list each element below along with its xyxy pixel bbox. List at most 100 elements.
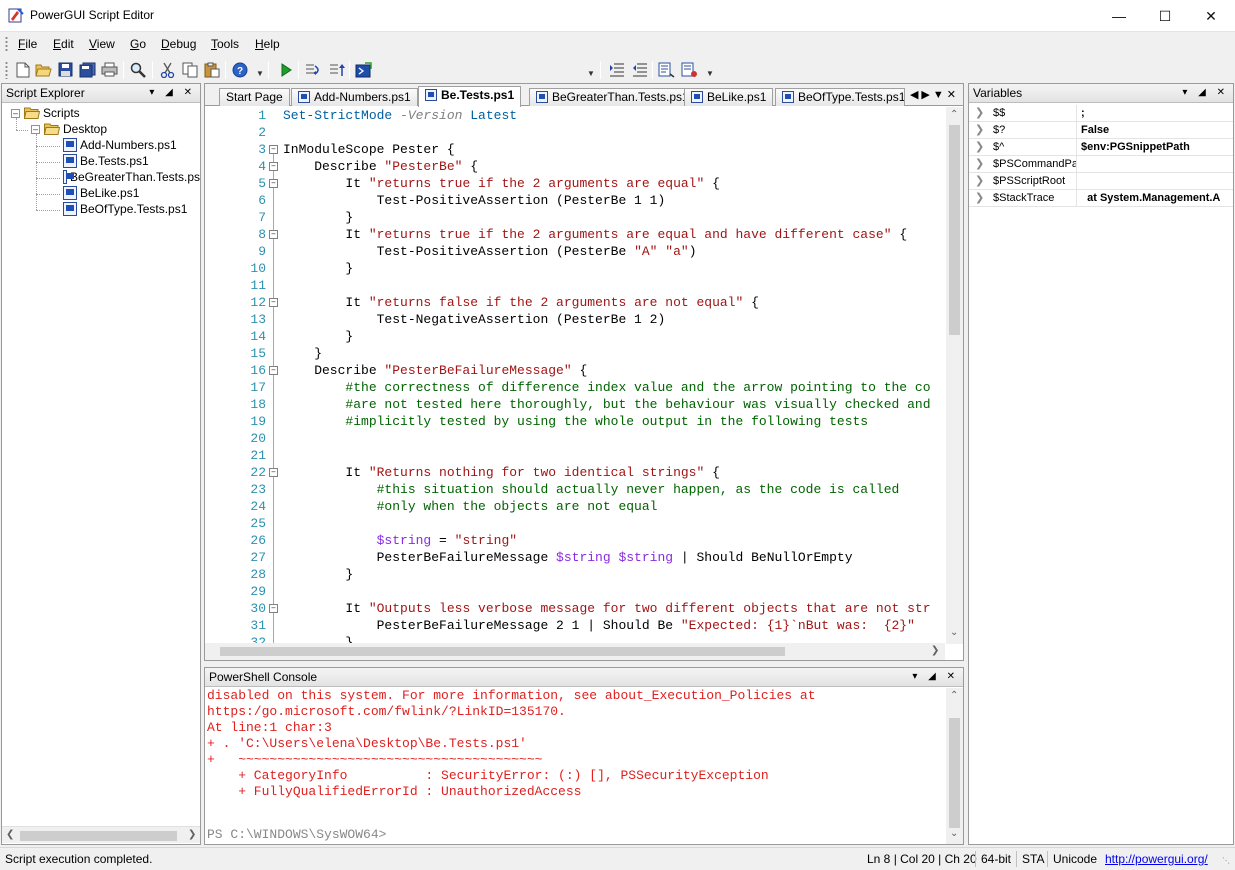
panel-buttons[interactable]: ▾ ◢ ✕ xyxy=(1182,84,1229,102)
explorer-horizontal-scrollbar[interactable]: ❮ ❯ xyxy=(2,826,200,843)
save-all-icon[interactable] xyxy=(78,60,97,79)
tab-belike[interactable]: BeLike.ps1 xyxy=(684,88,774,106)
indent-icon[interactable] xyxy=(607,60,626,79)
tab-navigation[interactable]: ◀▶▼✕ xyxy=(910,88,959,101)
code-line[interactable]: 20 xyxy=(205,430,945,447)
fold-collapse-icon[interactable]: – xyxy=(269,366,278,375)
run-powershell-icon[interactable] xyxy=(354,60,373,79)
code-line[interactable]: 23 #this situation should actually never… xyxy=(205,481,945,498)
editor-vertical-scrollbar[interactable]: ⌃ ⌄ xyxy=(946,107,963,644)
code-line[interactable]: 14 } xyxy=(205,328,945,345)
scroll-up-icon[interactable]: ⌃ xyxy=(950,690,958,701)
fold-collapse-icon[interactable]: – xyxy=(269,298,278,307)
find-icon[interactable] xyxy=(129,60,148,79)
code-line[interactable]: 19 #implicitly tested by using the whole… xyxy=(205,413,945,430)
console-vertical-scrollbar[interactable]: ⌃ ⌄ xyxy=(946,688,963,844)
menu-debug[interactable]: Debug xyxy=(161,37,196,51)
tree-item-scripts[interactable]: – Scripts xyxy=(11,105,80,121)
scroll-right-icon[interactable]: ❯ xyxy=(188,829,196,840)
scrollbar-thumb[interactable] xyxy=(220,647,785,656)
run-icon[interactable] xyxy=(276,60,295,79)
outdent-icon[interactable] xyxy=(630,60,649,79)
code-line[interactable]: 22– It "Returns nothing for two identica… xyxy=(205,464,945,481)
code-line[interactable]: 30– It "Outputs less verbose message for… xyxy=(205,600,945,617)
fold-collapse-icon[interactable]: – xyxy=(269,604,278,613)
code-line[interactable]: 9 Test-PositiveAssertion (PesterBe "A" "… xyxy=(205,243,945,260)
menu-view[interactable]: View xyxy=(89,37,115,51)
code-line[interactable]: 18 #are not tested here thoroughly, but … xyxy=(205,396,945,413)
tree-item-file[interactable]: BeGreaterThan.Tests.ps xyxy=(63,169,200,185)
code-line[interactable]: 7 } xyxy=(205,209,945,226)
scroll-down-icon[interactable]: ⌄ xyxy=(950,627,958,638)
panel-buttons[interactable]: ▾ ◢ ✕ xyxy=(149,84,196,102)
code-area[interactable]: 1 Set-StrictMode -Version Latest 2 3– InModu… xyxy=(205,107,945,644)
scroll-up-icon[interactable]: ⌃ xyxy=(950,109,958,120)
new-file-icon[interactable] xyxy=(13,60,32,79)
fold-collapse-icon[interactable]: – xyxy=(269,179,278,188)
tree-item-file[interactable]: BeLike.ps1 xyxy=(63,185,139,201)
step-icon[interactable] xyxy=(303,60,322,79)
variable-row[interactable]: ❯ $PSScriptRoot xyxy=(969,173,1233,190)
scrollbar-thumb[interactable] xyxy=(20,831,177,841)
menu-edit[interactable]: Edit xyxy=(53,37,74,51)
scrollbar-thumb[interactable] xyxy=(949,125,960,335)
variable-row[interactable]: ❯ $$ ; xyxy=(969,105,1233,122)
help-icon[interactable]: ? xyxy=(230,60,249,79)
expand-icon[interactable]: ❯ xyxy=(975,190,984,206)
fold-collapse-icon[interactable]: – xyxy=(269,145,278,154)
code-line[interactable]: 17 #the correctness of difference index … xyxy=(205,379,945,396)
copy-icon[interactable] xyxy=(180,60,199,79)
help-dropdown-arrow[interactable]: ▼ xyxy=(256,69,264,78)
expand-icon[interactable]: ❯ xyxy=(975,139,984,155)
minimize-button[interactable]: — xyxy=(1096,0,1142,32)
code-line[interactable]: 10 } xyxy=(205,260,945,277)
editor-horizontal-scrollbar[interactable]: ❯ xyxy=(205,643,945,660)
variable-row[interactable]: ❯ $PSCommandPath xyxy=(969,156,1233,173)
code-line[interactable]: 28 } xyxy=(205,566,945,583)
code-line[interactable]: 26 $string = "string" xyxy=(205,532,945,549)
expand-icon[interactable]: ❯ xyxy=(975,156,984,172)
code-line[interactable]: 31 PesterBeFailureMessage 2 1 | Should B… xyxy=(205,617,945,634)
panel-buttons[interactable]: ▾ ◢ ✕ xyxy=(912,668,959,686)
tree-item-file[interactable]: Be.Tests.ps1 xyxy=(63,153,149,169)
collapse-icon[interactable]: – xyxy=(31,124,40,134)
open-folder-icon[interactable] xyxy=(34,60,53,79)
console-output[interactable]: disabled on this system. For more inform… xyxy=(205,688,947,844)
code-line[interactable]: 24 #only when the objects are not equal xyxy=(205,498,945,515)
code-line[interactable]: 5– It "returns true if the 2 arguments a… xyxy=(205,175,945,192)
step-out-icon[interactable] xyxy=(327,60,346,79)
parameters-dropdown-arrow[interactable]: ▼ xyxy=(587,69,595,78)
tab-start-page[interactable]: Start Page xyxy=(219,88,290,106)
code-line[interactable]: 11 xyxy=(205,277,945,294)
code-line[interactable]: 8– It "returns true if the 2 arguments a… xyxy=(205,226,945,243)
code-line[interactable]: 13 Test-NegativeAssertion (PesterBe 1 2) xyxy=(205,311,945,328)
scroll-left-icon[interactable]: ❮ xyxy=(6,829,14,840)
save-icon[interactable] xyxy=(56,60,75,79)
resize-grip-icon[interactable]: ⋱ xyxy=(1222,856,1230,865)
cut-icon[interactable] xyxy=(158,60,177,79)
code-line[interactable]: 12– It "returns false if the 2 arguments… xyxy=(205,294,945,311)
scroll-right-icon[interactable]: ❯ xyxy=(931,645,939,656)
fold-collapse-icon[interactable]: – xyxy=(269,230,278,239)
paste-icon[interactable] xyxy=(202,60,221,79)
code-line[interactable]: 2 xyxy=(205,124,945,141)
code-line[interactable]: 21 xyxy=(205,447,945,464)
code-line[interactable]: 25 xyxy=(205,515,945,532)
tab-beoftype-tests[interactable]: BeOfType.Tests.ps1 xyxy=(775,88,905,106)
code-line[interactable]: 3– InModuleScope Pester { xyxy=(205,141,945,158)
variable-row[interactable]: ❯ $^ $env:PGSnippetPath xyxy=(969,139,1233,156)
code-line[interactable]: 16– Describe "PesterBeFailureMessage" { xyxy=(205,362,945,379)
print-icon[interactable] xyxy=(100,60,119,79)
code-line[interactable]: 4– Describe "PesterBe" { xyxy=(205,158,945,175)
variable-row[interactable]: ❯ $? False xyxy=(969,122,1233,139)
tree-item-desktop[interactable]: – Desktop xyxy=(31,121,107,137)
menu-help[interactable]: Help xyxy=(255,37,280,51)
tab-add-numbers[interactable]: Add-Numbers.ps1 xyxy=(291,88,418,106)
scroll-down-icon[interactable]: ⌄ xyxy=(950,828,958,839)
expand-icon[interactable]: ❯ xyxy=(975,105,984,121)
collapse-icon[interactable]: – xyxy=(11,108,20,118)
menu-go[interactable]: Go xyxy=(130,37,146,51)
code-line[interactable]: 27 PesterBeFailureMessage $string $strin… xyxy=(205,549,945,566)
toolbar-overflow-arrow[interactable]: ▼ xyxy=(706,69,714,78)
expand-icon[interactable]: ❯ xyxy=(975,173,984,189)
